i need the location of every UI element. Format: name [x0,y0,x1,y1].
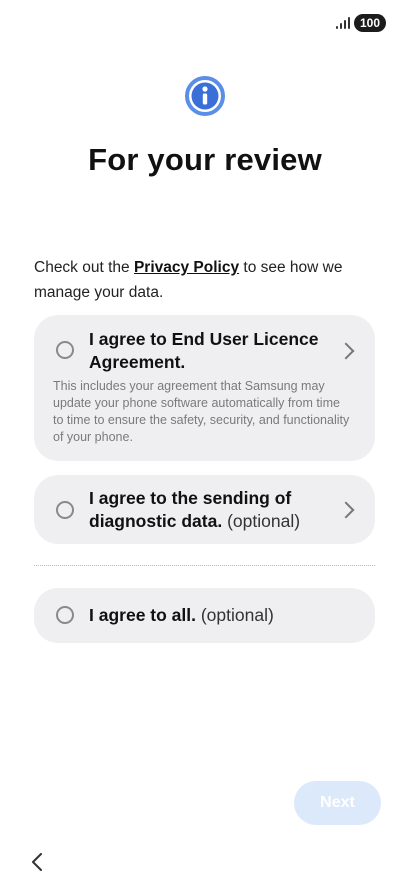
battery-indicator: 100 [353,14,386,32]
diagnostic-agreement-card[interactable]: I agree to the sending of diagnostic dat… [34,475,375,544]
agree-all-title: I agree to all. (optional) [89,605,274,625]
info-icon [185,76,225,116]
privacy-policy-link[interactable]: Privacy Policy [134,259,239,276]
eula-title: I agree to End User Licence Agreement. [89,329,319,372]
diagnostic-radio[interactable] [56,501,74,519]
eula-description: This includes your agreement that Samsun… [53,379,350,444]
chevron-right-icon[interactable] [337,501,355,519]
diagnostic-title: I agree to the sending of diagnostic dat… [89,488,301,531]
signal-icon [335,17,350,29]
eula-radio[interactable] [56,341,74,359]
agree-all-radio[interactable] [56,606,74,624]
agree-all-card[interactable]: I agree to all. (optional) [34,588,375,643]
next-button[interactable]: Next [294,781,381,825]
back-icon[interactable] [30,853,44,871]
divider [34,565,375,566]
status-bar: 100 [335,14,386,32]
setup-screen: 100 For your review Check out the Privac… [0,0,410,888]
optional-label: (optional) [195,605,274,625]
chevron-right-icon[interactable] [337,342,355,360]
optional-label: (optional) [222,511,301,531]
page-title: For your review [88,142,322,177]
intro-text: Check out the Privacy Policy to see how … [34,259,343,301]
eula-agreement-card[interactable]: I agree to End User Licence Agreement. T… [34,315,375,461]
